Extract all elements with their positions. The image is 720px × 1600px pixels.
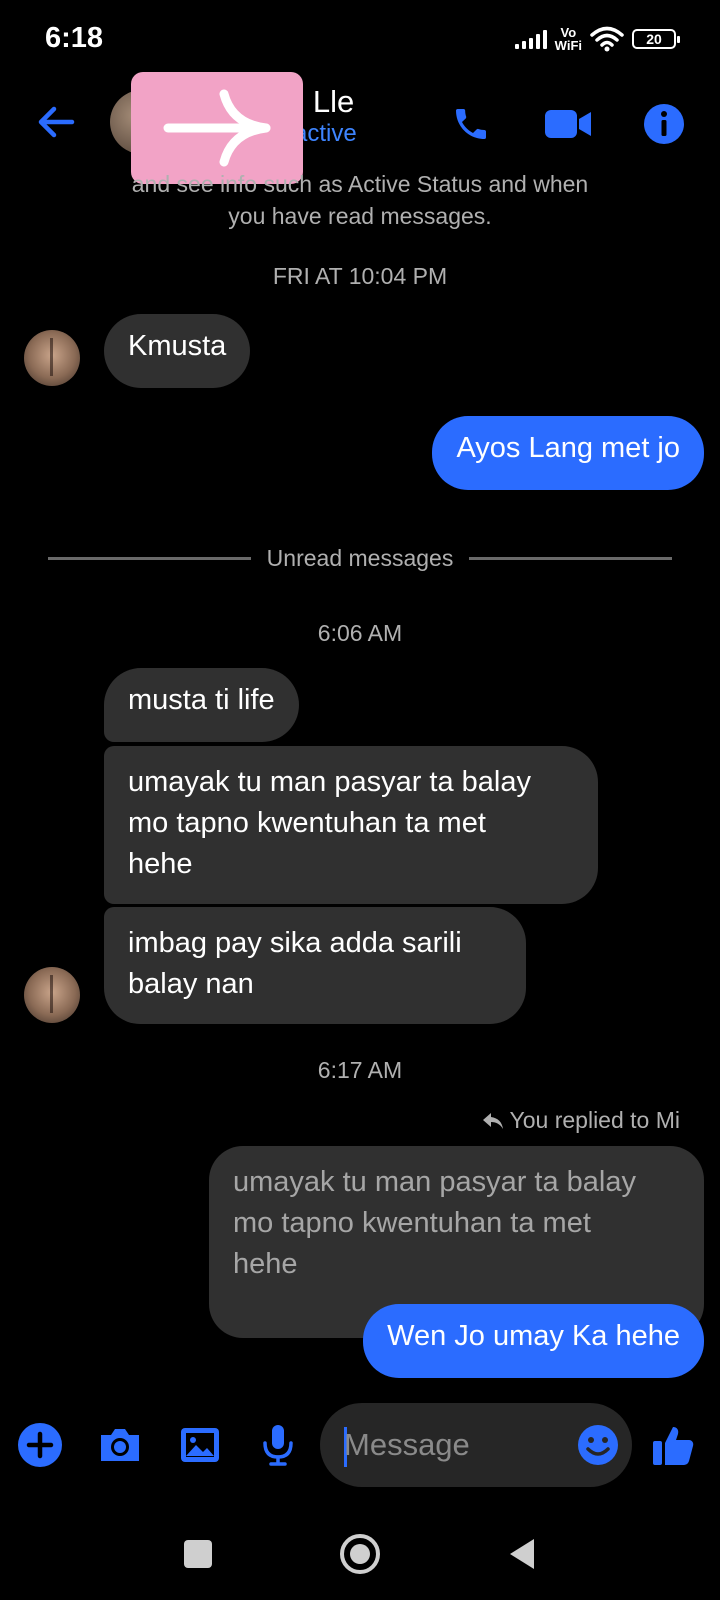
thumbs-up-icon xyxy=(653,1427,694,1465)
status-time: 6:18 xyxy=(45,22,104,54)
contact-avatar-small xyxy=(24,330,80,386)
unread-label: Unread messages xyxy=(266,544,454,571)
reply-arrow-icon xyxy=(482,1112,503,1129)
info-icon xyxy=(644,104,684,144)
back-button[interactable] xyxy=(30,96,82,148)
status-bar: 6:18 Vo WiFi 20 xyxy=(0,0,720,78)
status-icons: Vo WiFi 20 xyxy=(514,22,680,56)
circle-icon xyxy=(340,1534,380,1574)
video-camera-icon xyxy=(545,110,591,138)
message-bubble-outgoing[interactable]: Ayos Lang met jo xyxy=(432,416,704,490)
emoji-icon xyxy=(578,1425,618,1465)
system-navbar xyxy=(0,1520,720,1590)
vowifi-label: Vo WiFi xyxy=(554,25,582,53)
square-icon xyxy=(184,1540,212,1568)
plus-icon xyxy=(18,1423,62,1467)
timestamp: FRI AT 10:04 PM xyxy=(272,263,448,289)
call-button[interactable] xyxy=(443,96,499,152)
right-arrow-icon xyxy=(163,89,271,167)
message-composer xyxy=(0,1400,720,1490)
contact-avatar-small xyxy=(24,967,80,1023)
phone-icon xyxy=(456,109,486,139)
wifi-icon xyxy=(590,26,624,52)
message-bubble-incoming[interactable]: Kmusta xyxy=(104,314,251,388)
chat-header: e Lle active xyxy=(0,78,720,174)
add-button[interactable] xyxy=(15,1420,65,1470)
camera-button[interactable] xyxy=(95,1420,145,1470)
unread-divider: Unread messages xyxy=(48,542,672,574)
home-button[interactable] xyxy=(338,1532,382,1576)
message-input[interactable] xyxy=(344,1421,554,1469)
triangle-back-icon xyxy=(510,1539,534,1569)
timestamp: 6:17 AM xyxy=(317,1057,403,1083)
back-arrow-icon xyxy=(38,106,75,138)
video-call-button[interactable] xyxy=(540,96,596,152)
voice-button[interactable] xyxy=(253,1420,303,1470)
reply-indicator: You replied to Mi xyxy=(482,1107,680,1134)
recents-button[interactable] xyxy=(176,1532,220,1576)
emoji-button[interactable] xyxy=(576,1423,620,1467)
like-button[interactable] xyxy=(648,1420,698,1470)
message-bubble-incoming[interactable]: imbag pay sika adda sarili balay nan xyxy=(104,907,526,1024)
timestamp: 6:06 AM xyxy=(317,620,403,646)
signal-icon xyxy=(514,29,547,49)
back-nav-button[interactable] xyxy=(500,1532,544,1576)
message-bubble-incoming[interactable]: umayak tu man pasyar ta balay mo tapno k… xyxy=(104,746,598,904)
encryption-notice: and see info such as Active Status and w… xyxy=(131,171,589,229)
message-bubble-incoming[interactable]: musta ti life xyxy=(104,668,299,742)
camera-icon xyxy=(101,1429,139,1461)
battery-indicator: 20 xyxy=(632,29,680,49)
message-bubble-outgoing[interactable]: Wen Jo umay Ka hehe xyxy=(363,1304,704,1378)
microphone-icon xyxy=(263,1425,293,1466)
message-input-container[interactable] xyxy=(320,1403,632,1487)
image-icon xyxy=(181,1428,219,1462)
gallery-button[interactable] xyxy=(175,1420,225,1470)
info-button[interactable] xyxy=(636,96,692,152)
contact-status: active xyxy=(294,120,357,147)
